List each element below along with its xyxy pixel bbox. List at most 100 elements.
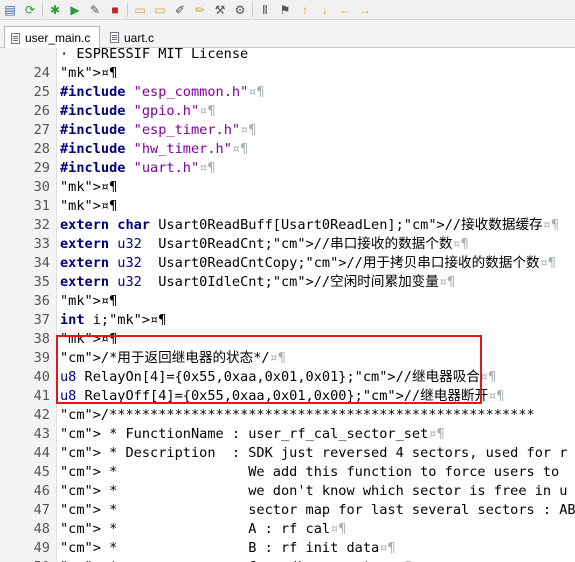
code-text: extern u32 Usart0IdleCnt;"cm">//空闲时间累加变量… [60,274,456,290]
code-line[interactable]: 49 "cm"> * B : rf init data¤¶ [0,539,575,558]
toolbar-separator [252,2,253,17]
code-text: "cm"> * sector map for last several sect… [60,502,575,518]
pencil-icon[interactable]: ✏ [192,2,208,18]
line-number: 24 [33,65,50,81]
code-line[interactable]: 43 "cm"> * FunctionName : user_rf_cal_sec… [0,425,575,444]
code-line[interactable]: 35 extern u32 Usart0IdleCnt;"cm">//空闲时间累加… [0,273,575,292]
line-number: 27 [33,122,50,138]
code-text: extern u32 Usart0ReadCntCopy;"cm">//用于拷贝… [60,255,556,271]
code-text: "mk">¤¶ [60,179,118,195]
code-text: "cm"> * FunctionName : user_rf_cal_secto… [60,426,445,442]
code-line[interactable]: 26 #include "gpio.h"¤¶ [0,102,575,121]
code-text: "cm"> * B : rf init data¤¶ [60,540,396,556]
line-number: 49 [33,540,50,556]
code-line[interactable]: 47 "cm"> * sector map for last several se… [0,501,575,520]
doc-icon[interactable]: ▤ [2,2,18,18]
code-line[interactable]: 30 "mk">¤¶ [0,178,575,197]
code-line[interactable]: 37 int i;"mk">¤¶ [0,311,575,330]
toolbar-separator [127,2,128,17]
code-text: #include "esp_timer.h"¤¶ [60,122,257,138]
line-number: 37 [33,312,50,328]
line-number: 40 [33,369,50,385]
line-number: 50 [0,558,50,562]
code-text: int i;"mk">¤¶ [60,312,167,328]
code-text: "cm">/**********************************… [60,407,535,423]
code-line[interactable]: 42 "cm">/********************************… [0,406,575,425]
line-number: 47 [33,502,50,518]
tab-uart-c[interactable]: uart.c [104,27,182,48]
run-icon[interactable]: ▶ [67,2,83,18]
code-line[interactable]: 48 "cm"> * A : rf cal¤¶ [0,520,575,539]
line-number: 45 [33,464,50,480]
tool2-icon[interactable]: ⚒ [212,2,228,18]
code-line[interactable]: 31 "mk">¤¶ [0,197,575,216]
code-line[interactable]: 32 extern char Usart0ReadBuff[Usart0ReadL… [0,216,575,235]
open-folder-icon[interactable]: ▭ [132,2,148,18]
line-number: 34 [33,255,50,271]
forward-icon[interactable]: → [357,2,373,18]
code-line[interactable]: 25 #include "esp_common.h"¤¶ [0,83,575,102]
line-number: 36 [33,293,50,309]
line-number: 35 [33,274,50,290]
folder-icon[interactable]: ▭ [152,2,168,18]
tab-label: user_main.c [25,31,91,45]
code-line[interactable]: · ESPRESSIF MIT License [0,48,575,64]
toolbar-separator [42,2,43,17]
back-icon[interactable]: ← [337,2,353,18]
code-editor[interactable]: · ESPRESSIF MIT License 24 "mk">¤¶ 25 #inclu… [0,48,575,562]
line-number: 32 [33,217,50,233]
code-line[interactable]: 44 "cm"> * Description : SDK just reverse… [0,444,575,463]
pause-icon[interactable]: Ⅱ [257,2,273,18]
line-number: 42 [33,407,50,423]
code-text: #include "uart.h"¤¶ [60,160,216,176]
build-icon[interactable]: ✱ [47,2,63,18]
line-number: 39 [33,350,50,366]
code-line[interactable]: 36 "mk">¤¶ [0,292,575,311]
line-number: 43 [33,426,50,442]
code-text: #include "hw_timer.h"¤¶ [60,141,249,157]
line-number: 26 [33,103,50,119]
code-line[interactable]: 46 "cm"> * we don't know which sector is … [0,482,575,501]
tab-label: uart.c [124,30,155,45]
code-text: "mk">¤¶ [60,198,118,214]
code-text: #include "esp_common.h"¤¶ [60,84,265,100]
tool3-icon[interactable]: ⚙ [232,2,248,18]
code-line[interactable]: 27 #include "esp_timer.h"¤¶ [0,121,575,140]
code-text: "mk">¤¶ [60,65,118,81]
line-number: 28 [33,141,50,157]
line-number: 29 [33,160,50,176]
code-line[interactable]: 34 extern u32 Usart0ReadCntCopy;"cm">//用于… [0,254,575,273]
code-text: "cm"> * We add this function to force us… [60,464,560,480]
code-line[interactable]: 28 #include "hw_timer.h"¤¶ [0,140,575,159]
line-number: 38 [33,331,50,347]
up-icon[interactable]: ↑ [297,2,313,18]
line-number: 44 [33,445,50,461]
code-text: "cm"> * Description : SDK just reversed … [60,445,568,461]
code-line[interactable]: 45 "cm"> * We add this function to force … [0,463,575,482]
debug-icon[interactable]: ✎ [87,2,103,18]
tool-icon[interactable]: ✐ [172,2,188,18]
code-text: extern char Usart0ReadBuff[Usart0ReadLen… [60,217,560,233]
refresh-icon[interactable]: ⟳ [22,2,38,18]
c-file-icon [110,32,119,43]
code-line[interactable]: 29 #include "uart.h"¤¶ [0,159,575,178]
code-text: "cm"> * C : sdk parameters¤¶ [60,558,412,562]
highlight-box [56,335,482,404]
tab-user-main-c[interactable]: user_main.c [4,26,100,49]
code-text: "cm"> * we don't know which sector is fr… [60,483,568,499]
line-number: 30 [33,179,50,195]
filter-icon[interactable]: ⚑ [277,2,293,18]
line-number: 46 [33,483,50,499]
tab-bar: user_main.c uart.c [0,20,575,49]
code-text: · ESPRESSIF MIT License [60,48,249,62]
code-text: extern u32 Usart0ReadCnt;"cm">//串口接收的数据个… [60,236,469,252]
code-line[interactable]: 24 "mk">¤¶ [0,64,575,83]
line-number: 41 [33,388,50,404]
code-line[interactable]: 33 extern u32 Usart0ReadCnt;"cm">//串口接收的数… [0,235,575,254]
code-line[interactable]: 50 "cm"> * C : sdk parameters¤¶ [0,558,575,562]
stop-icon[interactable]: ■ [107,2,123,18]
down-icon[interactable]: ↓ [317,2,333,18]
line-number: 31 [33,198,50,214]
code-text: "cm"> * A : rf cal¤¶ [60,521,347,537]
line-number: 25 [33,84,50,100]
